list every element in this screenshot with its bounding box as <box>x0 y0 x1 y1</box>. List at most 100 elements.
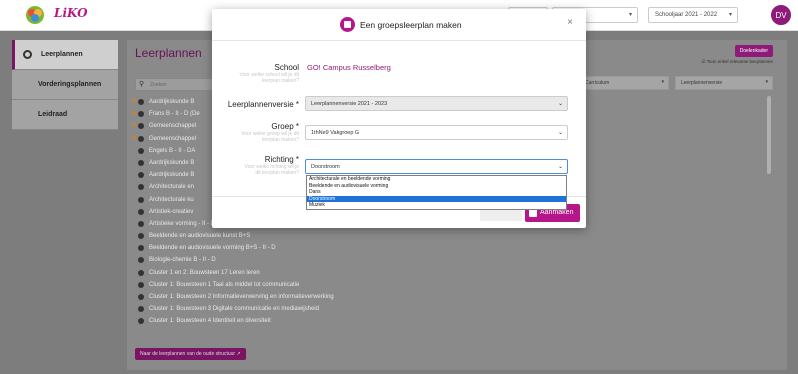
version-select[interactable]: Leerplannenversie 2021 - 2023 ⌄ <box>305 96 568 111</box>
curriculum-filter-value: Curriculum <box>585 80 610 86</box>
page-title: Leerplannen <box>135 46 202 60</box>
add-icon <box>529 209 537 217</box>
list-item[interactable]: Beeldende en audiovisuele kunst B+S <box>135 230 755 242</box>
chevron-down-icon: ⌄ <box>557 164 563 170</box>
search-placeholder: Zoeken <box>150 82 167 88</box>
star-icon[interactable]: ★ <box>131 120 137 132</box>
plan-name: Beeldende en audiovisuele vorming B+S - … <box>149 245 276 252</box>
plan-icon <box>138 184 144 191</box>
group-select[interactable]: 1thNe9 Vakgroep G ⌄ <box>305 125 568 140</box>
version-filter-value: Leerplannenversie <box>681 80 723 86</box>
sidebar-item-label: Leerplannen <box>41 51 83 58</box>
relevant-plans-checkbox[interactable]: ☑ Toon enkel relevante leerplannen <box>701 59 773 65</box>
chevron-down-icon: ▾ <box>661 79 664 85</box>
list-item[interactable]: Beeldende en audiovisuele vorming B+S - … <box>135 242 755 254</box>
schoolyear-select[interactable]: Schooljaar 2021 - 2022 ▾ <box>648 7 738 23</box>
plan-icon <box>138 318 144 325</box>
plan-name: Architecturale ku <box>149 196 194 203</box>
star-icon[interactable]: ★ <box>131 96 137 108</box>
list-item[interactable]: Cluster 1: Bouwsteen 1 Taal als middel t… <box>135 279 755 291</box>
list-item[interactable]: Cluster 1: Bouwsteen 2 Informatieverwerv… <box>135 291 755 303</box>
create-group-plan-dialog: Een groepsleerplan maken × School Voor w… <box>212 9 586 228</box>
plan-icon <box>138 135 144 142</box>
dialog-header: Een groepsleerplan maken × <box>212 9 586 41</box>
star-icon[interactable]: ★ <box>131 133 137 145</box>
plans-icon <box>23 50 32 59</box>
plan-icon <box>138 245 144 252</box>
plan-icon <box>138 306 144 313</box>
plan-name: Gemeenschappel <box>149 123 197 130</box>
sidebar-item-label: Vorderingsplannen <box>38 81 102 88</box>
list-item[interactable]: Biologie-chemie B - II - D <box>135 254 755 266</box>
sidebar: Leerplannen Vorderingsplannen Leidraad <box>12 40 118 130</box>
plan-name: Beeldende en audiovisuele kunst B+S <box>149 233 251 240</box>
direction-label: Richting * <box>264 155 299 164</box>
direction-dropdown-list: Architecturale en beeldende vorming Beel… <box>306 175 567 210</box>
liko-logo-icon[interactable] <box>24 4 46 26</box>
plan-icon <box>138 220 144 227</box>
sidebar-item-leerplannen[interactable]: Leerplannen <box>12 40 118 70</box>
plan-icon <box>138 99 144 105</box>
plan-name: Cluster 1: Bouwsteen 1 Taal als middel t… <box>149 281 300 288</box>
plan-name: Artistiek-creatiev <box>149 208 194 215</box>
plan-icon <box>138 294 144 300</box>
chevron-down-icon: ⌄ <box>557 101 563 107</box>
scrollbar[interactable] <box>767 96 771 174</box>
sidebar-item-vorderingsplannen[interactable]: Vorderingsplannen <box>12 70 118 100</box>
doelenkader-button[interactable]: Doelenkader <box>734 45 773 57</box>
version-label: Leerplannenversie * <box>227 100 299 109</box>
plan-name: Aardrijkskunde B <box>149 159 195 166</box>
plan-icon <box>138 123 144 130</box>
plan-icon <box>138 208 144 215</box>
plan-name: Frans B - II - D (De <box>149 111 200 118</box>
plan-icon <box>138 233 144 240</box>
close-button[interactable]: × <box>567 17 573 28</box>
sidebar-item-label: Leidraad <box>38 111 68 118</box>
list-item[interactable]: Cluster 1: Bouwsteen 4 Identiteit en div… <box>135 315 755 327</box>
plan-name: Biologie-chemie B - II - D <box>149 257 216 264</box>
plan-name: Gemeenschappel <box>149 135 197 142</box>
direction-value: Doorstroom <box>311 164 340 170</box>
sidebar-item-leidraad[interactable]: Leidraad <box>12 100 118 130</box>
plan-icon <box>138 281 144 288</box>
chevron-down-icon: ▾ <box>628 12 632 18</box>
plan-name: Aardrijkskunde B <box>149 99 195 105</box>
search-icon: ⚲ <box>139 81 145 88</box>
chevron-down-icon: ▾ <box>728 12 732 18</box>
school-help: Voor welke school wil je dit leerplan ma… <box>239 72 299 84</box>
chevron-down-icon: ▾ <box>765 79 768 85</box>
list-item[interactable]: Cluster 1: Bouwsteen 3 Digitale communic… <box>135 303 755 315</box>
plan-icon <box>138 257 144 264</box>
search-input[interactable]: ⚲ Zoeken <box>135 78 215 91</box>
plan-name: Cluster 1: Bouwsteen 4 Identiteit en div… <box>149 318 271 325</box>
group-label: Groep * <box>271 122 299 131</box>
plan-name: Aardrijkskunde B <box>149 172 195 179</box>
plan-name: Engels B - II - DA <box>149 147 196 154</box>
create-button-label: Aanmaken <box>540 209 574 216</box>
direction-select[interactable]: Doorstroom ⌄ <box>305 159 568 174</box>
curriculum-filter[interactable]: Curriculum ▾ <box>579 76 669 90</box>
plan-icon <box>138 147 144 154</box>
plan-name: Architecturale en <box>149 184 195 191</box>
group-value: 1thNe9 Vakgroep G <box>311 130 360 136</box>
old-structure-link[interactable]: Naar de leerplannen van de oude structuu… <box>135 348 246 360</box>
direction-option[interactable]: Muziek <box>307 202 566 209</box>
brand-name: LiKO <box>54 6 88 20</box>
plan-icon <box>138 159 144 166</box>
relevant-plans-label: Toon enkel relevante leerplannen <box>706 59 773 64</box>
direction-help: Voor welke richting wil je dit leerplan … <box>244 164 299 176</box>
school-label: School <box>274 63 299 72</box>
star-icon[interactable]: ★ <box>131 108 137 120</box>
group-plan-icon <box>340 17 355 32</box>
plan-icon <box>138 111 144 118</box>
school-value: GO! Campus Russelberg <box>307 63 391 72</box>
list-item[interactable]: Cluster 1 en 2: Bouwsteen 17 Leren leren <box>135 267 755 279</box>
old-structure-label: Naar de leerplannen van de oude structuu… <box>140 351 236 357</box>
schoolyear-value: Schooljaar 2021 - 2022 <box>655 12 718 18</box>
plan-name: Cluster 1: Bouwsteen 3 Digitale communic… <box>149 306 320 313</box>
version-filter[interactable]: Leerplannenversie ▾ <box>675 76 773 90</box>
user-avatar[interactable]: DV <box>770 4 792 26</box>
chevron-down-icon: ⌄ <box>557 130 563 136</box>
group-help: Voor welke groep wil je dit leerplan mak… <box>241 131 299 143</box>
version-value: Leerplannenversie 2021 - 2023 <box>311 101 388 107</box>
